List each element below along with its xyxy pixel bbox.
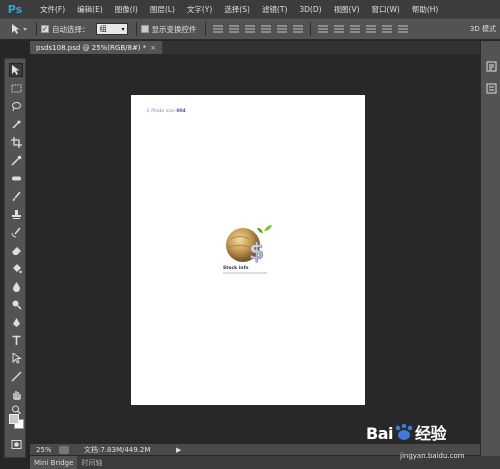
auto-select-label: 自动选择： <box>52 24 90 34</box>
history-panel-icon[interactable] <box>484 59 498 73</box>
line-tool-icon[interactable] <box>9 369 23 383</box>
healing-brush-tool-icon[interactable] <box>9 171 23 185</box>
show-transform-checkbox[interactable] <box>140 25 149 33</box>
distribute-top-icon[interactable] <box>317 24 328 34</box>
svg-text:$: $ <box>249 240 264 265</box>
foreground-color-swatch[interactable] <box>9 414 19 424</box>
baidu-jingyan-watermark: Bai 经验 jingyan.baidu.com <box>360 418 498 468</box>
align-left-icon[interactable] <box>260 24 271 34</box>
doc-header-number: 004 <box>176 109 186 114</box>
doc-header-light: E Photo icon <box>147 109 177 114</box>
separator <box>309 22 311 36</box>
ps-logo: Ps <box>7 2 23 16</box>
show-transform-label: 显示变换控件 <box>151 24 197 34</box>
menu-select[interactable]: 选择(S) <box>218 4 256 15</box>
document-tab-bar: psds108.psd @ 25%(RGB/8#) * × <box>30 41 480 54</box>
align-bottom-icon[interactable] <box>244 24 255 34</box>
watermark-brand: Bai 经验 <box>366 420 447 444</box>
document-size-info: 文档:7.83M/449.2M <box>84 445 151 454</box>
eyedropper-tool-icon[interactable] <box>9 153 23 167</box>
close-icon[interactable]: × <box>150 44 156 52</box>
tools-panel <box>4 58 26 458</box>
menu-image[interactable]: 图像(I) <box>109 4 144 15</box>
menu-help[interactable]: 帮助(H) <box>406 4 445 15</box>
separator <box>135 22 137 36</box>
type-tool-icon[interactable] <box>9 333 23 347</box>
menu-edit[interactable]: 编辑(E) <box>71 4 109 15</box>
options-bar: ✓ 自动选择： 组 ▾ 显示变换控件 3D 模式 <box>0 18 500 40</box>
menu-filter[interactable]: 滤镜(T) <box>256 4 293 15</box>
menu-bar: Ps 文件(F) 编辑(E) 图像(I) 图层(L) 文字(Y) 选择(S) 滤… <box>0 0 500 18</box>
hand-tool-icon[interactable] <box>9 387 23 401</box>
zoom-level[interactable]: 25% <box>30 446 54 454</box>
distribute-left-icon[interactable] <box>365 24 376 34</box>
menu-file[interactable]: 文件(F) <box>34 4 71 15</box>
auto-select-value: 组 <box>99 25 107 33</box>
eraser-tool-icon[interactable] <box>9 243 23 257</box>
document-canvas[interactable]: E Photo icon 004 $ Stock info <box>131 95 365 405</box>
move-tool-icon[interactable] <box>9 63 23 77</box>
distribute-hcenter-icon[interactable] <box>381 24 392 34</box>
emblem-title: Stock info <box>223 266 249 271</box>
proof-icon[interactable] <box>59 445 69 454</box>
stock-emblem-image: $ <box>219 219 279 271</box>
watermark-brand-pre: Bai <box>366 424 393 443</box>
document-tab[interactable]: psds108.psd @ 25%(RGB/8#) * × <box>30 41 163 54</box>
menu-window[interactable]: 窗口(W) <box>366 4 406 15</box>
paint-bucket-tool-icon[interactable] <box>9 261 23 275</box>
color-swatches[interactable] <box>9 414 25 430</box>
zoom-tool-icon[interactable] <box>9 405 23 414</box>
blur-tool-icon[interactable] <box>9 279 23 293</box>
lasso-tool-icon[interactable] <box>9 99 23 113</box>
emblem-subtitle-line <box>223 272 267 274</box>
history-brush-tool-icon[interactable] <box>9 225 23 239</box>
pen-tool-icon[interactable] <box>9 315 23 329</box>
quick-mask-icon[interactable] <box>9 437 23 451</box>
auto-select-checkbox[interactable]: ✓ <box>41 25 49 33</box>
align-right-icon[interactable] <box>292 24 303 34</box>
distribute-vcenter-icon[interactable] <box>333 24 344 34</box>
menu-type[interactable]: 文字(Y) <box>181 4 218 15</box>
3d-mode-label: 3D 模式 <box>469 25 496 33</box>
crop-tool-icon[interactable] <box>9 135 23 149</box>
separator <box>36 22 37 36</box>
menu-view[interactable]: 视图(V) <box>328 4 366 15</box>
canvas-area[interactable]: E Photo icon 004 $ Stock info <box>30 54 480 442</box>
photoshop-window: Ps 文件(F) 编辑(E) 图像(I) 图层(L) 文字(Y) 选择(S) 滤… <box>0 0 500 469</box>
tab-timeline[interactable]: 时间轴 <box>77 456 106 469</box>
align-vcenter-icon[interactable] <box>228 24 239 34</box>
menu-3d[interactable]: 3D(D) <box>293 5 327 14</box>
dodge-tool-icon[interactable] <box>9 297 23 311</box>
chevron-down-icon: ▾ <box>121 25 125 33</box>
play-arrow-icon[interactable]: ▶ <box>176 446 181 454</box>
path-selection-tool-icon[interactable] <box>9 351 23 365</box>
quick-select-tool-icon[interactable] <box>9 117 23 131</box>
baidu-paw-icon <box>395 423 413 440</box>
distribute-bottom-icon[interactable] <box>349 24 360 34</box>
watermark-url: jingyan.baidu.com <box>400 452 465 460</box>
brush-tool-icon[interactable] <box>9 189 23 203</box>
doc-header-text: E Photo icon 004 <box>147 109 186 114</box>
watermark-brand-post: 经验 <box>414 424 447 443</box>
right-panel-dock <box>480 41 500 459</box>
auto-select-dropdown[interactable]: 组 ▾ <box>95 23 128 35</box>
distribute-right-icon[interactable] <box>397 24 408 34</box>
align-hcenter-icon[interactable] <box>276 24 287 34</box>
clone-stamp-tool-icon[interactable] <box>9 207 23 221</box>
separator <box>204 22 206 36</box>
marquee-tool-icon[interactable] <box>9 81 23 95</box>
document-tab-label: psds108.psd @ 25%(RGB/8#) * <box>36 43 147 52</box>
align-top-icon[interactable] <box>212 24 223 34</box>
properties-panel-icon[interactable] <box>484 81 498 95</box>
tab-mini-bridge[interactable]: Mini Bridge <box>30 456 78 469</box>
menu-layer[interactable]: 图层(L) <box>144 4 181 15</box>
move-tool-preset-icon[interactable] <box>8 21 32 37</box>
